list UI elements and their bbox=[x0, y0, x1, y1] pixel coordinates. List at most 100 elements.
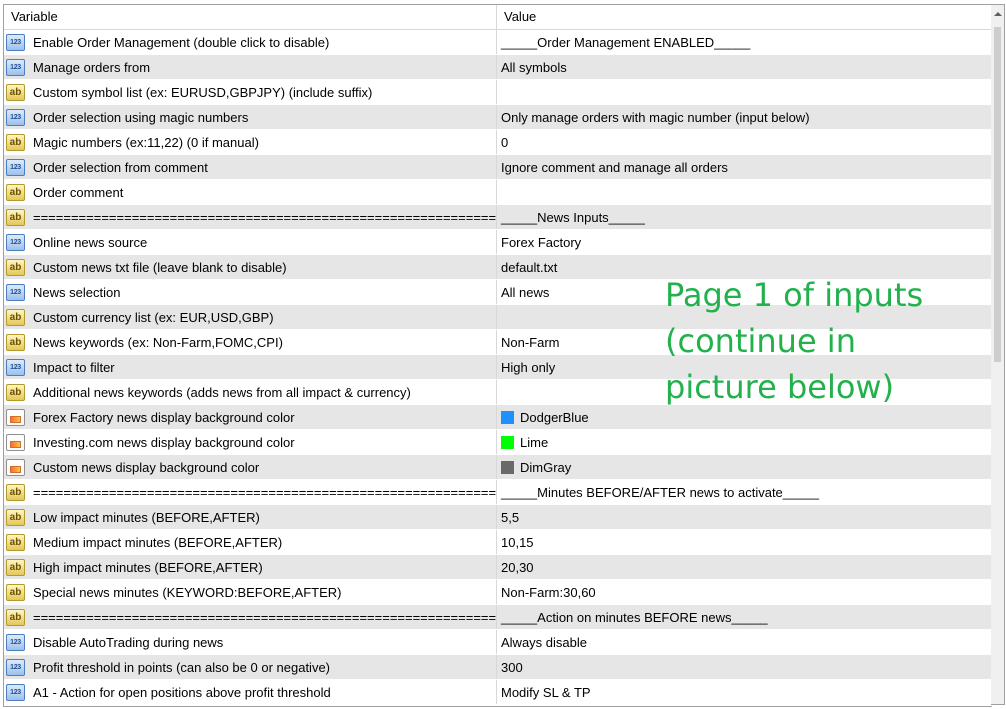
value-cell[interactable]: Ignore comment and manage all orders bbox=[497, 155, 992, 179]
string-type-icon: ab bbox=[6, 483, 25, 501]
variable-name: Order selection using magic numbers bbox=[33, 109, 249, 125]
variable-name: ========================================… bbox=[33, 609, 497, 625]
value-cell[interactable]: 300 bbox=[497, 655, 992, 679]
table-row[interactable]: ab Order comment bbox=[4, 180, 992, 205]
variable-cell: ab Custom symbol list (ex: EURUSD,GBPJPY)… bbox=[4, 80, 497, 104]
value-cell[interactable]: 0 bbox=[497, 130, 992, 154]
table-row[interactable]: Investing.com news display background co… bbox=[4, 430, 992, 455]
table-row[interactable]: ab ======================================… bbox=[4, 480, 992, 505]
annotation-line-1: Page 1 of inputs bbox=[665, 276, 924, 314]
variable-cell: ab ======================================… bbox=[4, 480, 497, 504]
variable-cell: ab Special news minutes (KEYWORD:BEFORE,A… bbox=[4, 580, 497, 604]
numeric-type-icon: 123 bbox=[6, 633, 25, 651]
value-text: DimGray bbox=[520, 459, 572, 475]
table-row[interactable]: 123 Online news source Forex Factory bbox=[4, 230, 992, 255]
string-type-icon: ab bbox=[6, 583, 25, 601]
variable-name: Online news source bbox=[33, 234, 148, 250]
color-swatch bbox=[501, 460, 514, 474]
scroll-up-arrow-icon[interactable] bbox=[991, 5, 1004, 22]
value-text: All news bbox=[501, 284, 550, 300]
variable-cell: 123 Enable Order Management (double click… bbox=[4, 30, 497, 54]
value-text: DodgerBlue bbox=[520, 409, 589, 425]
column-header-variable[interactable]: Variable bbox=[4, 5, 497, 29]
table-row[interactable]: 123 A1 - Action for open positions above … bbox=[4, 680, 992, 705]
column-header-value[interactable]: Value bbox=[497, 5, 992, 29]
value-text: _____Order Management ENABLED_____ bbox=[501, 34, 751, 50]
numeric-type-icon: 123 bbox=[6, 683, 25, 701]
value-cell[interactable]: 5,5 bbox=[497, 505, 992, 529]
variable-cell: 123 Manage orders from bbox=[4, 55, 497, 79]
variable-cell: 123 Order selection using magic numbers bbox=[4, 105, 497, 129]
variable-cell: ab Custom news txt file (leave blank to d… bbox=[4, 255, 497, 279]
value-cell[interactable]: _____Action on minutes BEFORE news_____ bbox=[497, 605, 992, 629]
string-type-icon: ab bbox=[6, 608, 25, 626]
string-type-icon: ab bbox=[6, 83, 25, 101]
table-row[interactable]: ab ======================================… bbox=[4, 605, 992, 630]
value-cell[interactable]: All symbols bbox=[497, 55, 992, 79]
table-row[interactable]: ab ======================================… bbox=[4, 205, 992, 230]
color-type-icon bbox=[6, 433, 25, 451]
value-text: 5,5 bbox=[501, 509, 520, 525]
variable-cell: ab News keywords (ex: Non-Farm,FOMC,CPI) bbox=[4, 330, 497, 354]
value-cell[interactable]: DimGray bbox=[497, 455, 992, 479]
table-row[interactable]: ab High impact minutes (BEFORE,AFTER) 20,3… bbox=[4, 555, 992, 580]
value-cell[interactable]: Forex Factory bbox=[497, 230, 992, 254]
variable-name: Order comment bbox=[33, 184, 124, 200]
string-type-icon: ab bbox=[6, 383, 25, 401]
value-cell[interactable]: _____Order Management ENABLED_____ bbox=[497, 30, 992, 54]
value-text: Forex Factory bbox=[501, 234, 582, 250]
value-cell[interactable]: _____News Inputs_____ bbox=[497, 205, 992, 229]
table-row[interactable]: 123 Order selection from comment Ignore co… bbox=[4, 155, 992, 180]
value-cell[interactable]: 10,15 bbox=[497, 530, 992, 554]
value-cell[interactable]: Lime bbox=[497, 430, 992, 454]
variable-cell: ab ======================================… bbox=[4, 205, 497, 229]
variable-name: Forex Factory news display background co… bbox=[33, 409, 295, 425]
grid-header: Variable Value bbox=[4, 5, 992, 30]
table-row[interactable]: 123 Order selection using magic numbers On… bbox=[4, 105, 992, 130]
value-text: 20,30 bbox=[501, 559, 534, 575]
variable-cell: ab High impact minutes (BEFORE,AFTER) bbox=[4, 555, 497, 579]
value-text: High only bbox=[501, 359, 556, 375]
value-cell[interactable]: Only manage orders with magic number (in… bbox=[497, 105, 992, 129]
value-text: 0 bbox=[501, 134, 509, 150]
numeric-type-icon: 123 bbox=[6, 33, 25, 51]
table-row[interactable]: 123 Disable AutoTrading during news Always… bbox=[4, 630, 992, 655]
annotation-line-3: picture below) bbox=[665, 368, 895, 406]
variable-name: Custom news display background color bbox=[33, 459, 260, 475]
table-row[interactable]: ab Special news minutes (KEYWORD:BEFORE,A… bbox=[4, 580, 992, 605]
variable-name: Profit threshold in points (can also be … bbox=[33, 659, 331, 675]
table-row[interactable]: ab Medium impact minutes (BEFORE,AFTER) 10… bbox=[4, 530, 992, 555]
table-row[interactable]: ab Magic numbers (ex:11,22) (0 if manual)… bbox=[4, 130, 992, 155]
value-text: _____Action on minutes BEFORE news_____ bbox=[501, 609, 768, 625]
variable-name: Low impact minutes (BEFORE,AFTER) bbox=[33, 509, 260, 525]
value-cell[interactable]: 20,30 bbox=[497, 555, 992, 579]
scrollbar-thumb[interactable] bbox=[994, 27, 1001, 362]
value-cell[interactable]: Non-Farm:30,60 bbox=[497, 580, 992, 604]
value-cell[interactable]: _____Minutes BEFORE/AFTER news to activa… bbox=[497, 480, 992, 504]
variable-cell: 123 Impact to filter bbox=[4, 355, 497, 379]
value-cell[interactable] bbox=[497, 80, 992, 104]
table-row[interactable]: ab Low impact minutes (BEFORE,AFTER) 5,5 bbox=[4, 505, 992, 530]
value-cell[interactable]: Modify SL & TP bbox=[497, 680, 992, 704]
table-row[interactable]: 123 Manage orders from All symbols bbox=[4, 55, 992, 80]
table-row[interactable]: 123 Enable Order Management (double click… bbox=[4, 30, 992, 55]
string-type-icon: ab bbox=[6, 183, 25, 201]
string-type-icon: ab bbox=[6, 558, 25, 576]
variable-cell: ab ======================================… bbox=[4, 605, 497, 629]
vertical-scrollbar[interactable] bbox=[991, 4, 1005, 705]
variable-name: Impact to filter bbox=[33, 359, 115, 375]
value-text: _____News Inputs_____ bbox=[501, 209, 645, 225]
numeric-type-icon: 123 bbox=[6, 358, 25, 376]
variable-name: Custom news txt file (leave blank to dis… bbox=[33, 259, 287, 275]
table-row[interactable]: ab Custom symbol list (ex: EURUSD,GBPJPY)… bbox=[4, 80, 992, 105]
value-cell[interactable]: Always disable bbox=[497, 630, 992, 654]
table-row[interactable]: Custom news display background color DimG… bbox=[4, 455, 992, 480]
value-text: default.txt bbox=[501, 259, 558, 275]
value-cell[interactable] bbox=[497, 180, 992, 204]
table-row[interactable]: 123 Profit threshold in points (can also … bbox=[4, 655, 992, 680]
variable-cell: 123 News selection bbox=[4, 280, 497, 304]
value-text: Only manage orders with magic number (in… bbox=[501, 109, 810, 125]
variable-name: Custom currency list (ex: EUR,USD,GBP) bbox=[33, 309, 274, 325]
color-swatch bbox=[501, 435, 514, 449]
variable-cell: ab Magic numbers (ex:11,22) (0 if manual) bbox=[4, 130, 497, 154]
